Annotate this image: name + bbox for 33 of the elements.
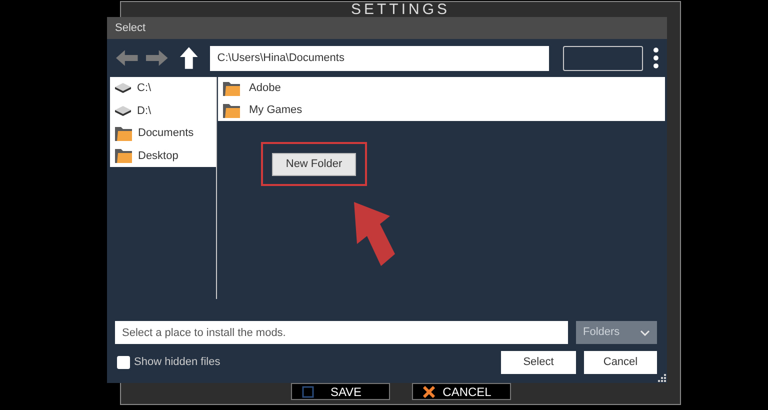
filename-field[interactable]: Select a place to install the mods. <box>115 321 568 344</box>
more-menu-icon[interactable] <box>653 47 659 69</box>
resize-grip-icon[interactable] <box>658 374 666 382</box>
place-item[interactable]: Desktop <box>110 144 216 167</box>
dialog-title: Select <box>115 20 146 36</box>
save-icon <box>302 386 314 398</box>
cancel-button[interactable]: CANCEL <box>412 383 510 400</box>
folder-item[interactable]: Adobe <box>218 77 665 99</box>
drive-icon <box>114 104 132 117</box>
place-item[interactable]: C:\ <box>110 77 216 100</box>
checkbox-label: Show hidden files <box>134 355 220 370</box>
search-field[interactable] <box>562 46 644 70</box>
chevron-down-icon <box>640 330 650 336</box>
select-button[interactable]: Select <box>501 351 576 374</box>
folder-item[interactable]: My Games <box>218 99 665 121</box>
place-item[interactable]: D:\ <box>110 100 216 122</box>
folder-icon <box>222 80 241 96</box>
folder-icon <box>222 102 241 118</box>
path-field[interactable]: C:\Users\Hina\Documents <box>210 46 549 70</box>
folder-icon <box>114 147 133 164</box>
drive-icon <box>114 82 132 94</box>
cancel-button[interactable]: Cancel <box>584 351 657 374</box>
cross-icon <box>422 386 434 398</box>
pointer-arrow-icon <box>352 200 396 268</box>
show-hidden-checkbox[interactable] <box>117 356 130 369</box>
up-arrow-icon[interactable] <box>178 46 198 70</box>
forward-arrow-icon[interactable] <box>144 49 168 67</box>
new-folder-button[interactable]: New Folder <box>272 152 356 176</box>
place-item[interactable]: Documents <box>110 122 216 144</box>
folder-icon <box>114 124 133 142</box>
back-arrow-icon[interactable] <box>115 49 139 67</box>
save-button[interactable]: SAVE <box>290 383 390 400</box>
window-title: SETTINGS <box>350 2 450 17</box>
